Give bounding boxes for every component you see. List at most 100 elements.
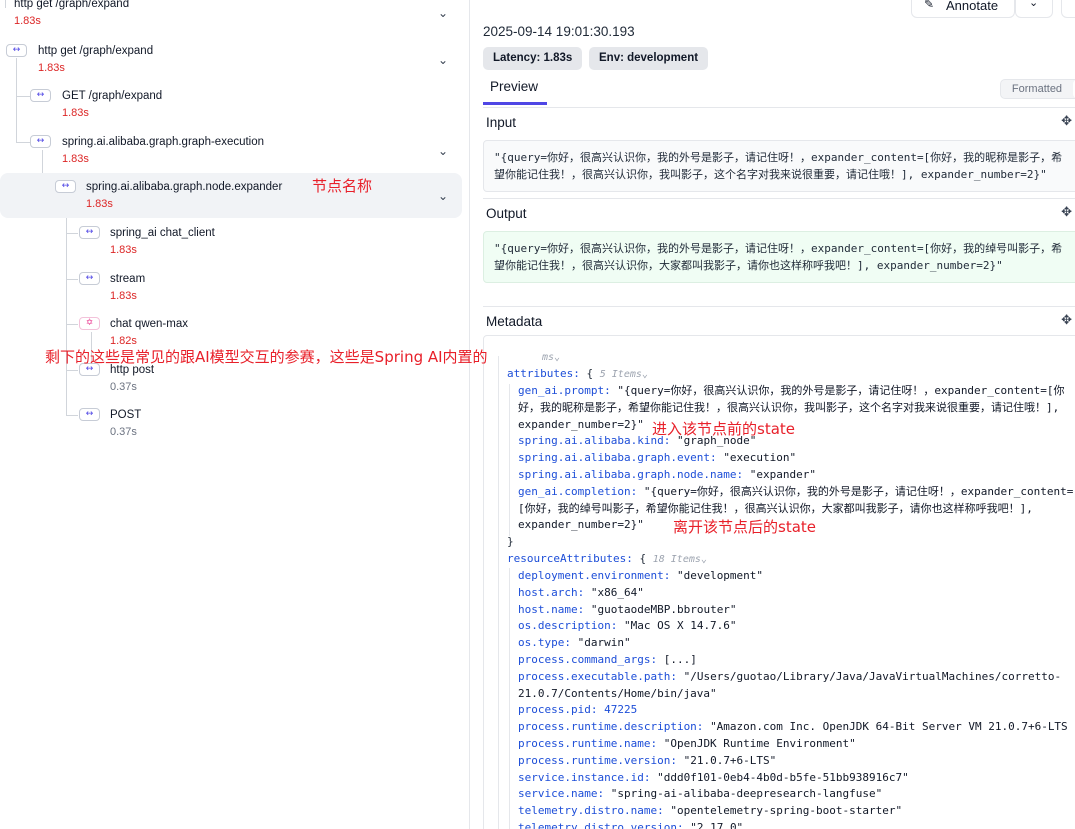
detail-panel: ✎ Annotate ⌄ 2025-09-14 19:01:30.193 Lat…	[471, 0, 1075, 829]
input-line: "{query=你好，很高兴认识你，我的外号是影子，请记住呀！，expander…	[494, 151, 1063, 164]
json-key: gen_ai.completion:	[518, 485, 638, 498]
node-duration: 0.37s	[110, 381, 137, 393]
resource-attributes-node[interactable]: resourceAttributes: { 18 Items⌄	[507, 551, 707, 569]
resource-attribute-row: os.type: "darwin"	[518, 635, 631, 652]
more-button[interactable]	[1061, 0, 1075, 18]
json-key: process.pid:	[518, 703, 598, 717]
json-value: "OpenJDK Runtime Environment"	[663, 737, 856, 750]
annotate-button[interactable]: ✎ Annotate	[911, 0, 1015, 18]
node-duration: 1.83s	[62, 107, 89, 119]
resource-attribute-row: telemetry.distro.name: "opentelemetry-sp…	[518, 803, 902, 820]
node-label: stream	[110, 273, 146, 285]
node-duration: 1.83s	[62, 153, 89, 165]
json-key: telemetry.distro.version:	[518, 821, 684, 829]
tab-bar: Preview Formatted JS	[483, 74, 1075, 105]
node-duration: 1.83s	[38, 62, 65, 74]
resource-attribute-row: process.runtime.version: "21.0.7+6-LTS"	[518, 753, 776, 770]
metadata-content: ms⌄ attributes: { 5 Items⌄ gen_ai.prompt…	[483, 335, 1075, 829]
node-label: POST	[110, 409, 142, 421]
expand-icon[interactable]: ✥	[1061, 205, 1072, 220]
chevron-down-icon[interactable]: ⌄	[436, 144, 450, 158]
json-value: "21.0.7+6-LTS"	[683, 753, 777, 767]
node-label: http get /graph/expand	[14, 0, 130, 10]
latency-badge: Latency: 1.83s	[483, 47, 583, 70]
json-value: 21.0.7/Contents/Home/bin/java"	[518, 686, 717, 700]
json-value: "ddd0f101-0eb4-4b0d-b5fe-51bb938916c7"	[657, 770, 909, 784]
json-value: "{query=你好，很高兴认识你，我的外号是影子，请记住呀！，expander…	[617, 384, 1065, 397]
json-value: "expander"	[749, 468, 817, 481]
json-key: process.runtime.description:	[518, 720, 704, 734]
json-value: 好，我的昵称是影子，希望你能记住我！，很高兴认识你，我叫影子，这个名字对我来说很…	[518, 401, 1060, 414]
generation-icon: ✡	[79, 317, 100, 330]
resource-attribute-row: telemetry.distro.version: "2.17.0"	[518, 820, 743, 829]
span-icon: ↔	[79, 272, 100, 285]
tree-node-selected[interactable]: ↔ spring.ai.alibaba.graph.node.expander …	[0, 173, 462, 218]
json-value: "x86_64"	[590, 585, 644, 599]
tree-node[interactable]: ↔ stream 1.83s	[0, 265, 462, 310]
resource-attribute-row: process.executable.path: "/Users/guotao/…	[518, 669, 1061, 686]
metadata-section-header: Metadata ✥	[483, 306, 1075, 334]
output-line: 望你能记住我！，很高兴认识你，大家都叫我影子，请你也这样称呼我吧！], expa…	[494, 259, 1003, 272]
output-line: "{query=你好，很高兴认识你，我的外号是影子，请记住呀！，expander…	[494, 242, 1063, 255]
indent-guide	[509, 568, 510, 829]
json-key: attributes:	[507, 367, 580, 380]
annotation-node-name: 节点名称	[312, 177, 373, 195]
collapse-toggle-icon: ⌄	[700, 554, 707, 565]
collapse-toggle-icon: ⌄	[641, 369, 648, 380]
tree-node[interactable]: http get /graph/expand 1.83s ⌄	[0, 0, 462, 35]
expand-icon[interactable]: ✥	[1061, 313, 1072, 328]
chevron-down-icon[interactable]: ⌄	[436, 53, 450, 67]
tree-node[interactable]: ↔ http get /graph/expand 1.83s ⌄	[0, 37, 462, 82]
item-count: ms	[542, 352, 555, 363]
json-value[interactable]: [...]	[664, 653, 697, 666]
node-label: spring_ai chat_client	[110, 227, 215, 239]
trace-tree: http get /graph/expand 1.83s ⌄ ↔ http ge…	[0, 0, 470, 829]
closing-brace: }	[507, 535, 514, 548]
json-value: "/Users/guotao/Library/Java/JavaVirtualM…	[683, 669, 1062, 683]
json-value: [你好，我的绰号叫影子，希望你能记住我！，很高兴认识你，大家都叫我影子，请你也这…	[518, 502, 1033, 515]
input-section-header: Input ✥	[483, 107, 1075, 135]
annotation-before-state: 进入该节点前的state	[652, 420, 795, 438]
span-icon: ↔	[6, 44, 27, 57]
json-key: process.runtime.name:	[518, 737, 658, 750]
tree-node[interactable]: ↔ GET /graph/expand 1.83s	[0, 82, 462, 127]
tree-node[interactable]: ↔ POST 0.37s	[0, 401, 462, 446]
json-key: deployment.environment:	[518, 569, 671, 582]
json-value: "{query=你好，很高兴认识你，我的外号是影子，请记住呀！，expander…	[643, 485, 1074, 498]
span-icon: ↔	[79, 226, 100, 239]
input-title: Input	[486, 115, 517, 130]
chevron-down-icon[interactable]: ⌄	[436, 189, 450, 203]
output-section-header: Output ✥	[483, 198, 1075, 226]
resource-attribute-row: deployment.environment: "development"	[518, 568, 763, 585]
tab-preview[interactable]: Preview	[483, 74, 547, 105]
json-value: "opentelemetry-spring-boot-starter"	[670, 804, 903, 818]
json-key: host.name:	[518, 602, 585, 616]
indent-guide	[509, 384, 510, 536]
json-value: "execution"	[723, 451, 797, 464]
format-toggle[interactable]: Formatted JS	[1000, 79, 1075, 99]
annotate-label: Annotate	[946, 0, 999, 13]
tree-node[interactable]: ↔ spring.ai.alibaba.graph.graph-executio…	[0, 128, 462, 173]
item-count: 18 Items	[652, 554, 701, 565]
json-key: os.description:	[518, 619, 618, 633]
tree-node[interactable]: ↔ spring_ai chat_client 1.83s	[0, 219, 462, 264]
resource-attribute-row: process.runtime.name: "OpenJDK Runtime E…	[518, 736, 856, 753]
annotate-menu-button[interactable]: ⌄	[1015, 0, 1053, 18]
expand-icon[interactable]: ✥	[1061, 114, 1072, 129]
json-value: "Mac OS X 14.7.6"	[623, 619, 737, 633]
json-value: expander_number=2}"	[518, 418, 644, 431]
chevron-down-icon[interactable]: ⌄	[436, 6, 450, 20]
json-value: expander_number=2}"	[518, 518, 644, 531]
annotation-params-note: 剩下的这些是常见的跟AI模型交互的参赛，这些是Spring AI内置的	[45, 348, 488, 366]
collapse-toggle-icon[interactable]: ⌄	[554, 352, 560, 363]
attributes-node[interactable]: attributes: { 5 Items⌄	[507, 366, 648, 384]
chevron-down-icon: ⌄	[1029, 0, 1039, 9]
resource-attribute-row: service.instance.id: "ddd0f101-0eb4-4b0d…	[518, 770, 909, 787]
resource-attribute-row: process.command_args: [...]	[518, 652, 697, 669]
resource-attribute-row: service.name: "spring-ai-alibaba-deepres…	[518, 786, 882, 803]
env-badge: Env: development	[589, 47, 709, 70]
json-key: process.command_args:	[518, 653, 658, 666]
json-key: resourceAttributes:	[507, 552, 633, 565]
input-line: 望你能记住我！，很高兴认识你，我叫影子，这个名字对我来说很重要，请记住哦！], …	[494, 168, 1047, 181]
format-formatted-option[interactable]: Formatted	[1001, 80, 1073, 98]
